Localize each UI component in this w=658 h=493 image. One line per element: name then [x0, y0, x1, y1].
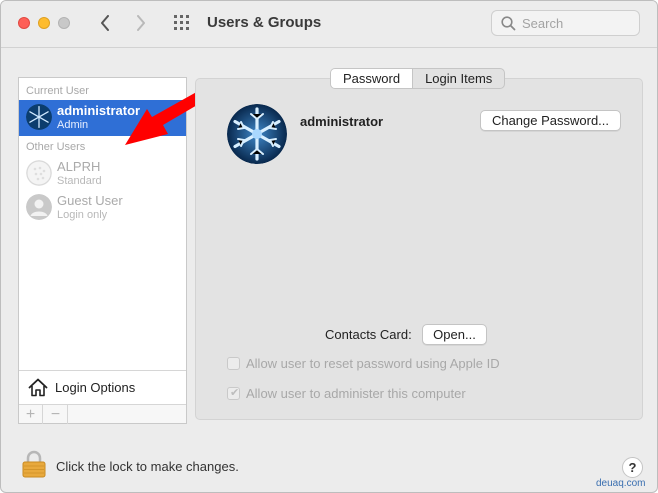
user-picture[interactable]	[227, 104, 287, 164]
zoom-window-button[interactable]	[58, 17, 70, 29]
chevron-left-icon	[101, 15, 109, 31]
contacts-card-label: Contacts Card:	[325, 327, 412, 342]
other-users-heading: Other Users	[26, 141, 86, 153]
change-password-button[interactable]: Change Password...	[480, 110, 621, 131]
user-role: Standard	[57, 175, 102, 187]
sidebar-footer: + −	[19, 404, 186, 424]
snowflake-avatar	[26, 104, 52, 130]
user-name: ALPRH	[57, 159, 101, 174]
close-window-button[interactable]	[18, 17, 30, 29]
add-user-button[interactable]: +	[19, 405, 43, 424]
forward-button[interactable]	[131, 11, 151, 35]
chevron-right-icon	[137, 15, 145, 31]
help-button[interactable]: ?	[622, 457, 643, 478]
users-groups-window: Users & Groups Current User	[0, 0, 658, 493]
selected-user-name: administrator	[300, 114, 384, 129]
checkbox-label: Allow user to reset password using Apple…	[246, 356, 500, 371]
current-user-heading: Current User	[26, 85, 89, 97]
checkbox-box[interactable]	[227, 357, 240, 370]
checkbox-label: Allow user to administer this computer	[246, 386, 466, 401]
tab-login-items[interactable]: Login Items	[413, 69, 504, 88]
golf-ball-avatar	[26, 160, 52, 186]
search-field[interactable]	[491, 10, 640, 36]
tab-bar: Password Login Items	[330, 68, 506, 89]
guest-avatar	[26, 194, 52, 220]
search-icon	[501, 16, 516, 31]
search-input[interactable]	[522, 14, 632, 32]
user-role: Login only	[57, 209, 108, 221]
minimize-window-button[interactable]	[38, 17, 50, 29]
tab-password[interactable]: Password	[331, 69, 414, 88]
grid-icon	[174, 15, 189, 30]
remove-user-button[interactable]: −	[44, 405, 68, 424]
checkbox-box[interactable]: ✔	[227, 387, 240, 400]
back-button[interactable]	[95, 11, 115, 35]
show-all-button[interactable]	[173, 14, 193, 32]
open-contacts-card-button[interactable]: Open...	[422, 324, 487, 345]
house-icon	[28, 378, 48, 397]
checkmark-icon: ✔	[230, 387, 240, 399]
lock-message: Click the lock to make changes.	[56, 459, 239, 474]
padlock-icon[interactable]	[21, 450, 47, 479]
watermark-text: deuaq.com	[596, 478, 646, 489]
user-row-guest[interactable]: Guest User Login only	[19, 190, 186, 226]
user-row-alprh[interactable]: ALPRH Standard	[19, 156, 186, 192]
user-role: Admin	[57, 119, 89, 131]
title-bar: Users & Groups	[1, 1, 657, 48]
login-options-label: Login Options	[55, 380, 136, 395]
user-name: Guest User	[57, 193, 123, 208]
login-options-item[interactable]: Login Options	[19, 370, 186, 404]
window-title: Users & Groups	[207, 14, 322, 31]
